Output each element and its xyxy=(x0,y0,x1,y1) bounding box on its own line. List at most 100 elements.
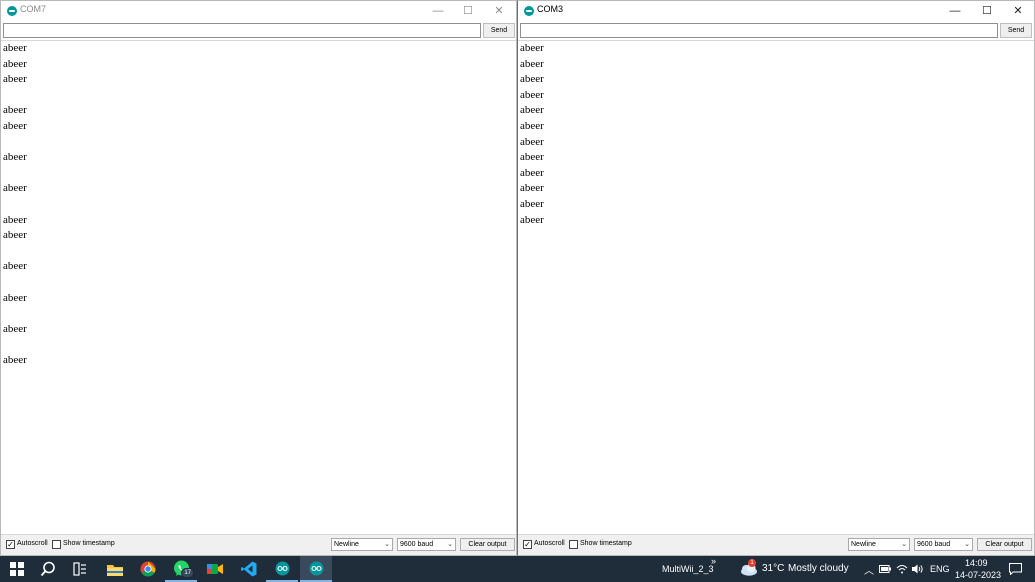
output-line: abeer xyxy=(3,119,27,132)
serial-monitor-com7: COM7 — ☐ ✕ Send abeer abeer abeer abeer abee… xyxy=(0,0,517,556)
output-line: abeer xyxy=(3,151,27,164)
chevron-down-icon: ⌄ xyxy=(447,541,453,548)
minimize-button[interactable]: — xyxy=(939,2,971,20)
arduino-button[interactable] xyxy=(266,556,298,582)
arduino-serial-button[interactable] xyxy=(300,556,332,582)
window-title: COM3 xyxy=(537,4,564,14)
send-button[interactable]: Send xyxy=(483,23,515,38)
send-button[interactable]: Send xyxy=(1000,23,1032,38)
autoscroll-checkbox[interactable]: ✓ xyxy=(6,540,15,549)
clear-output-button[interactable]: Clear output xyxy=(977,538,1032,551)
speaker-icon xyxy=(912,564,923,574)
window-title: COM7 xyxy=(20,4,47,14)
weather-widget[interactable]: 1 xyxy=(738,556,760,582)
notification-badge: 17 xyxy=(181,568,194,578)
output-line: abeer xyxy=(3,73,27,86)
output-line: abeer xyxy=(3,322,27,335)
show-timestamp-label: Show timestamp xyxy=(63,540,115,547)
meet-button[interactable] xyxy=(199,556,231,582)
taskbar-app-label[interactable]: MultiWii_2_3 xyxy=(662,564,714,574)
output-line: abeer xyxy=(520,119,544,132)
output-line: abeer xyxy=(520,151,544,164)
baud-select[interactable]: 9600 baud ⌄ xyxy=(914,538,973,551)
baud-value: 9600 baud xyxy=(917,541,951,548)
baud-select[interactable]: 9600 baud ⌄ xyxy=(397,538,456,551)
battery-indicator[interactable] xyxy=(876,556,894,582)
clock-date[interactable]: 14-07-2023 xyxy=(955,570,1001,580)
autoscroll-checkbox[interactable]: ✓ xyxy=(523,540,532,549)
output-line: abeer xyxy=(3,213,27,226)
volume-control[interactable] xyxy=(909,556,927,582)
clock-time[interactable]: 14:09 xyxy=(965,558,988,568)
close-button[interactable]: ✕ xyxy=(1002,2,1034,20)
output-line: abeer xyxy=(3,57,27,70)
maximize-button[interactable]: ☐ xyxy=(971,2,1003,20)
output-line: abeer xyxy=(520,57,544,70)
serial-monitor-com3: COM3 — ☐ ✕ Send abeer abeer abeer abeer abee… xyxy=(517,0,1035,556)
task-view-button[interactable] xyxy=(64,556,96,582)
output-line: abeer xyxy=(520,197,544,210)
show-timestamp-label: Show timestamp xyxy=(580,540,632,547)
output-line: abeer xyxy=(3,182,27,195)
line-ending-select[interactable]: Newline ⌄ xyxy=(848,538,910,551)
vscode-icon xyxy=(241,561,257,577)
output-line: abeer xyxy=(520,88,544,101)
output-line: abeer xyxy=(520,166,544,179)
language-indicator[interactable]: ENG xyxy=(930,564,950,574)
weather-temperature[interactable]: 31°C xyxy=(762,563,784,574)
maximize-button[interactable]: ☐ xyxy=(452,2,484,20)
close-button[interactable]: ✕ xyxy=(483,2,515,20)
minimize-button[interactable]: — xyxy=(422,2,454,20)
output-line: abeer xyxy=(3,291,27,304)
show-timestamp-checkbox[interactable] xyxy=(52,540,61,549)
serial-output[interactable]: abeer abeer abeer abeer abeer abeer abeer abeer… xyxy=(1,40,516,533)
status-footer: ✓ Autoscroll Show timestamp Newline ⌄ 96… xyxy=(1,534,516,555)
output-line: abeer xyxy=(520,182,544,195)
output-line: abeer xyxy=(520,135,544,148)
serial-output[interactable]: abeer abeer abeer abeer abeer abeer abeer abeer… xyxy=(518,40,1034,533)
send-row: Send xyxy=(1,22,516,39)
whatsapp-button[interactable]: 17 xyxy=(165,556,197,582)
line-ending-select[interactable]: Newline ⌄ xyxy=(331,538,393,551)
arduino-icon xyxy=(275,561,289,575)
vscode-button[interactable] xyxy=(233,556,265,582)
line-ending-value: Newline xyxy=(334,541,359,548)
chevron-up-icon[interactable]: ︿ xyxy=(864,562,874,577)
chevron-down-icon: ⌄ xyxy=(384,541,390,548)
autoscroll-label: Autoscroll xyxy=(17,540,48,547)
title-bar[interactable]: COM7 — ☐ ✕ xyxy=(1,1,516,21)
output-line: abeer xyxy=(3,260,27,273)
output-line: abeer xyxy=(3,104,27,117)
folder-icon xyxy=(107,564,123,576)
autoscroll-label: Autoscroll xyxy=(534,540,565,547)
serial-input[interactable] xyxy=(3,23,481,38)
clear-output-button[interactable]: Clear output xyxy=(460,538,515,551)
notification-center-button[interactable] xyxy=(1003,556,1027,582)
arduino-icon xyxy=(524,6,534,16)
windows-icon xyxy=(10,562,24,576)
chrome-button[interactable] xyxy=(132,556,164,582)
chrome-icon xyxy=(140,561,156,577)
weather-description[interactable]: Mostly cloudy xyxy=(788,563,849,574)
chat-bubble-icon xyxy=(1008,563,1022,575)
arduino-icon xyxy=(7,6,17,16)
show-timestamp-checkbox[interactable] xyxy=(569,540,578,549)
task-view-icon xyxy=(73,562,86,576)
battery-icon xyxy=(879,565,891,573)
line-ending-value: Newline xyxy=(851,541,876,548)
video-call-icon xyxy=(207,564,223,574)
status-footer: ✓ Autoscroll Show timestamp Newline ⌄ 96… xyxy=(518,534,1034,555)
serial-input[interactable] xyxy=(520,23,998,38)
title-bar[interactable]: COM3 — ☐ ✕ xyxy=(518,1,1034,21)
search-button[interactable] xyxy=(32,556,64,582)
output-line: abeer xyxy=(3,229,27,242)
chevron-right-icon[interactable]: » xyxy=(711,556,716,566)
start-button[interactable] xyxy=(1,556,33,582)
file-explorer-button[interactable] xyxy=(99,556,131,582)
